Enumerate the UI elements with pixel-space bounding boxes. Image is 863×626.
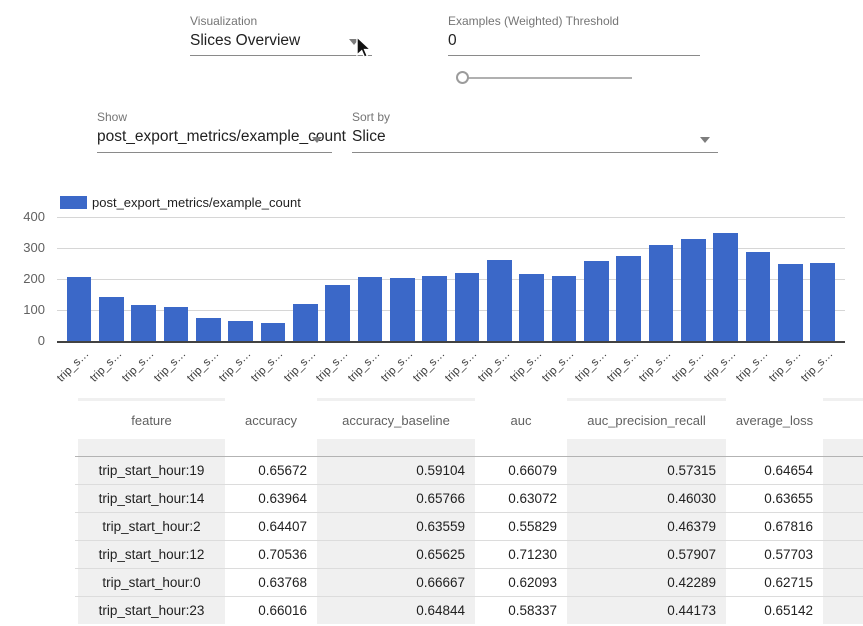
bar[interactable]	[99, 297, 124, 341]
feature-cell: trip_start_hour:14	[78, 484, 225, 512]
bar[interactable]	[810, 263, 835, 341]
bar[interactable]	[746, 252, 771, 341]
bar[interactable]	[519, 274, 544, 341]
metric-cell: 0.42289	[567, 568, 726, 596]
column-header-auc-precision-recall[interactable]: auc_precision_recall	[567, 401, 726, 439]
bar[interactable]	[390, 278, 415, 341]
metric-cell: 0.65672	[225, 456, 317, 484]
table-row: trip_start_hour:140.639640.657660.630720…	[75, 484, 863, 512]
bar[interactable]	[228, 321, 253, 341]
metric-cell: 0.59104	[317, 456, 475, 484]
table-filter-row	[75, 439, 863, 456]
metric-cell: 0.57703	[726, 540, 823, 568]
metric-cell: 0.65766	[317, 484, 475, 512]
table-header-row: feature accuracy accuracy_baseline auc a…	[75, 401, 863, 439]
y-gridline	[57, 341, 845, 343]
bar[interactable]	[681, 239, 706, 341]
bar[interactable]	[713, 233, 738, 341]
metric-cell: 0.71230	[475, 540, 567, 568]
clipped-column-cell	[823, 568, 863, 596]
table-row: trip_start_hour:00.637680.666670.620930.…	[75, 568, 863, 596]
slices-bar-chart: post_export_metrics/example_count 400 300…	[0, 0, 863, 400]
bar[interactable]	[261, 323, 286, 341]
feature-cell: trip_start_hour:0	[78, 568, 225, 596]
column-header-accuracy-baseline[interactable]: accuracy_baseline	[317, 401, 475, 439]
feature-cell: trip_start_hour:19	[78, 456, 225, 484]
metric-cell: 0.57315	[567, 456, 726, 484]
metric-cell: 0.58337	[475, 596, 567, 624]
feature-cell: trip_start_hour:2	[78, 512, 225, 540]
clipped-column-cell	[823, 484, 863, 512]
bar[interactable]	[325, 285, 350, 341]
metric-cell: 0.64654	[726, 456, 823, 484]
bar[interactable]	[487, 260, 512, 341]
metric-cell: 0.66016	[225, 596, 317, 624]
table-row: trip_start_hour:230.660160.648440.583370…	[75, 596, 863, 624]
bar[interactable]	[778, 264, 803, 341]
metric-cell: 0.64844	[317, 596, 475, 624]
clipped-column-cell	[823, 456, 863, 484]
column-header-accuracy[interactable]: accuracy	[225, 401, 317, 439]
feature-cell: trip_start_hour:12	[78, 540, 225, 568]
feature-cell: trip_start_hour:23	[78, 596, 225, 624]
metric-cell: 0.62715	[726, 568, 823, 596]
bar[interactable]	[131, 305, 156, 341]
y-gridline	[57, 217, 845, 218]
metric-cell: 0.63559	[317, 512, 475, 540]
metric-cell: 0.70536	[225, 540, 317, 568]
metric-cell: 0.66667	[317, 568, 475, 596]
bar[interactable]	[422, 276, 447, 341]
bar[interactable]	[584, 261, 609, 341]
bar[interactable]	[196, 318, 221, 341]
legend-label: post_export_metrics/example_count	[92, 195, 301, 210]
table-row: trip_start_hour:190.656720.591040.660790…	[75, 456, 863, 484]
metrics-table: feature accuracy accuracy_baseline auc a…	[75, 398, 863, 624]
metric-cell: 0.67816	[726, 512, 823, 540]
metric-cell: 0.63655	[726, 484, 823, 512]
bar[interactable]	[164, 307, 189, 341]
legend-swatch	[60, 196, 87, 209]
metric-cell: 0.44173	[567, 596, 726, 624]
metric-cell: 0.46379	[567, 512, 726, 540]
metric-cell: 0.65142	[726, 596, 823, 624]
clipped-column-cell	[823, 512, 863, 540]
bar[interactable]	[455, 273, 480, 341]
table-row: trip_start_hour:120.705360.656250.712300…	[75, 540, 863, 568]
y-axis-tick-label: 100	[9, 302, 45, 317]
metric-cell: 0.62093	[475, 568, 567, 596]
column-header-feature[interactable]: feature	[78, 401, 225, 439]
metric-cell: 0.63964	[225, 484, 317, 512]
metric-cell: 0.66079	[475, 456, 567, 484]
y-axis-tick-label: 400	[9, 209, 45, 224]
column-header-average-loss[interactable]: average_loss	[726, 401, 823, 439]
bar[interactable]	[552, 276, 577, 341]
column-header-auc[interactable]: auc	[475, 401, 567, 439]
table-row: trip_start_hour:20.644070.635590.558290.…	[75, 512, 863, 540]
bar[interactable]	[358, 277, 383, 341]
metric-cell: 0.55829	[475, 512, 567, 540]
metric-cell: 0.57907	[567, 540, 726, 568]
bar[interactable]	[616, 256, 641, 341]
clipped-column-cell	[823, 540, 863, 568]
metric-cell: 0.65625	[317, 540, 475, 568]
y-axis-tick-label: 200	[9, 271, 45, 286]
metric-cell: 0.63072	[475, 484, 567, 512]
bar[interactable]	[293, 304, 318, 341]
metric-cell: 0.63768	[225, 568, 317, 596]
metric-cell: 0.64407	[225, 512, 317, 540]
y-axis-tick-label: 300	[9, 240, 45, 255]
bar[interactable]	[649, 245, 674, 341]
y-axis-tick-label: 0	[9, 333, 45, 348]
bar[interactable]	[67, 277, 92, 341]
metric-cell: 0.46030	[567, 484, 726, 512]
clipped-column-cell	[823, 596, 863, 624]
